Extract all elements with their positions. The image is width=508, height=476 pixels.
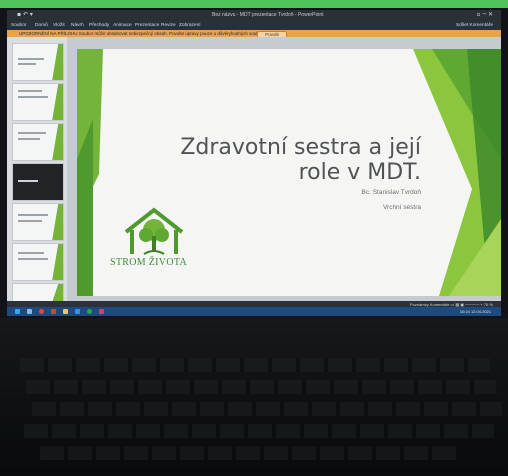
title-line-1: Zdravotní sestra a její	[180, 135, 421, 160]
thumb-text-line	[18, 252, 44, 254]
tab-prechody[interactable]: Přechody	[89, 23, 109, 28]
thumb-decoration	[52, 124, 63, 160]
title-line-2: role v MDT.	[298, 160, 421, 185]
slide-thumbnail[interactable]: 4	[12, 163, 64, 201]
search-icon[interactable]	[27, 309, 32, 314]
browser-icon[interactable]	[39, 309, 44, 314]
powerpoint-window: ▪ ↶ ▾ Bez názvu - MDT prezentace Tvrdoň …	[7, 10, 501, 316]
thumb-text-line	[18, 58, 44, 60]
keyboard-row	[24, 424, 494, 438]
thumb-text-line	[18, 258, 48, 260]
thumb-text-line	[18, 63, 36, 65]
thumb-decoration	[52, 204, 63, 240]
slide-title: Zdravotní sestra a její role v MDT.	[180, 135, 421, 185]
keyboard-row	[40, 446, 460, 460]
slide-thumbnail[interactable]: 6	[12, 243, 64, 281]
start-icon[interactable]	[15, 309, 20, 314]
slide-thumbnails-pane[interactable]: 1 2 3 4 5 6	[7, 37, 68, 303]
windows-taskbar: 10:24 12.04.2021	[7, 307, 501, 316]
window-controls[interactable]: ▫ ─ ✕	[476, 11, 493, 18]
keyboard-row	[26, 380, 496, 394]
thumb-decoration	[52, 44, 63, 80]
tab-navrh[interactable]: Návrh	[71, 23, 84, 28]
author-name: Bc. Stanislav Tvrdoň	[361, 189, 422, 196]
thumb-decoration	[52, 244, 63, 280]
keyboard-row	[20, 358, 490, 372]
powerpoint-icon[interactable]	[51, 309, 56, 314]
tab-prezentace[interactable]: Prezentace	[135, 23, 159, 28]
top-green-band	[0, 0, 508, 8]
keyboard-row	[32, 402, 502, 416]
share-comments[interactable]: Sdílet Komentáře	[456, 23, 493, 28]
protected-view-banner: UPOZORNĚNÍ NA PŘÍLOHU Soubor může obsaho…	[7, 30, 501, 43]
ribbon-tabs: Soubor Domů Vložit Návrh Přechody Animac…	[7, 21, 501, 30]
laptop-keyboard-area	[0, 318, 508, 476]
tab-revize[interactable]: Revize	[161, 23, 176, 28]
slide-thumbnail[interactable]: 2	[12, 83, 64, 121]
thumb-text-line	[18, 214, 48, 216]
tab-vlozit[interactable]: Vložit	[53, 23, 65, 28]
window-title: Bez názvu - MDT prezentace Tvrdoň - Powe…	[212, 12, 324, 18]
tab-domu[interactable]: Domů	[35, 23, 48, 28]
slide-thumbnail[interactable]: 3	[12, 123, 64, 161]
thumb-text-line	[18, 180, 38, 182]
current-slide[interactable]: Zdravotní sestra a její role v MDT. Bc. …	[77, 49, 501, 296]
title-bar: ▪ ↶ ▾ Bez názvu - MDT prezentace Tvrdoň …	[7, 10, 501, 21]
app-icon[interactable]	[87, 309, 92, 314]
thumb-text-line	[18, 96, 48, 98]
thumb-text-line	[18, 90, 42, 92]
thumb-text-line	[18, 220, 42, 222]
banner-message: UPOZORNĚNÍ NA PŘÍLOHU Soubor může obsaho…	[19, 31, 267, 36]
tab-soubor[interactable]: Soubor	[11, 23, 26, 28]
tab-animace[interactable]: Animace	[113, 23, 132, 28]
author-position: Vrchní sestra	[382, 204, 421, 211]
slide-thumbnail[interactable]: 1	[12, 43, 64, 81]
mail-icon[interactable]	[75, 309, 80, 314]
slide-thumbnail[interactable]: 7	[12, 283, 64, 303]
logo-wordmark: STROM ŽIVOTA	[110, 257, 187, 268]
slide-canvas[interactable]: Zdravotní sestra a její role v MDT. Bc. …	[67, 37, 501, 301]
tab-zobrazeni[interactable]: Zobrazení	[179, 23, 201, 28]
thumb-decoration	[52, 284, 63, 302]
thumb-text-line	[18, 138, 40, 140]
folder-icon[interactable]	[63, 309, 68, 314]
thumb-decoration	[52, 84, 63, 120]
thumb-text-line	[18, 132, 46, 134]
system-clock[interactable]: 10:24 12.04.2021	[460, 309, 491, 314]
quick-access-toolbar[interactable]: ▪ ↶ ▾	[17, 11, 33, 18]
slide-thumbnail[interactable]: 5	[12, 203, 64, 241]
media-icon[interactable]	[99, 309, 104, 314]
